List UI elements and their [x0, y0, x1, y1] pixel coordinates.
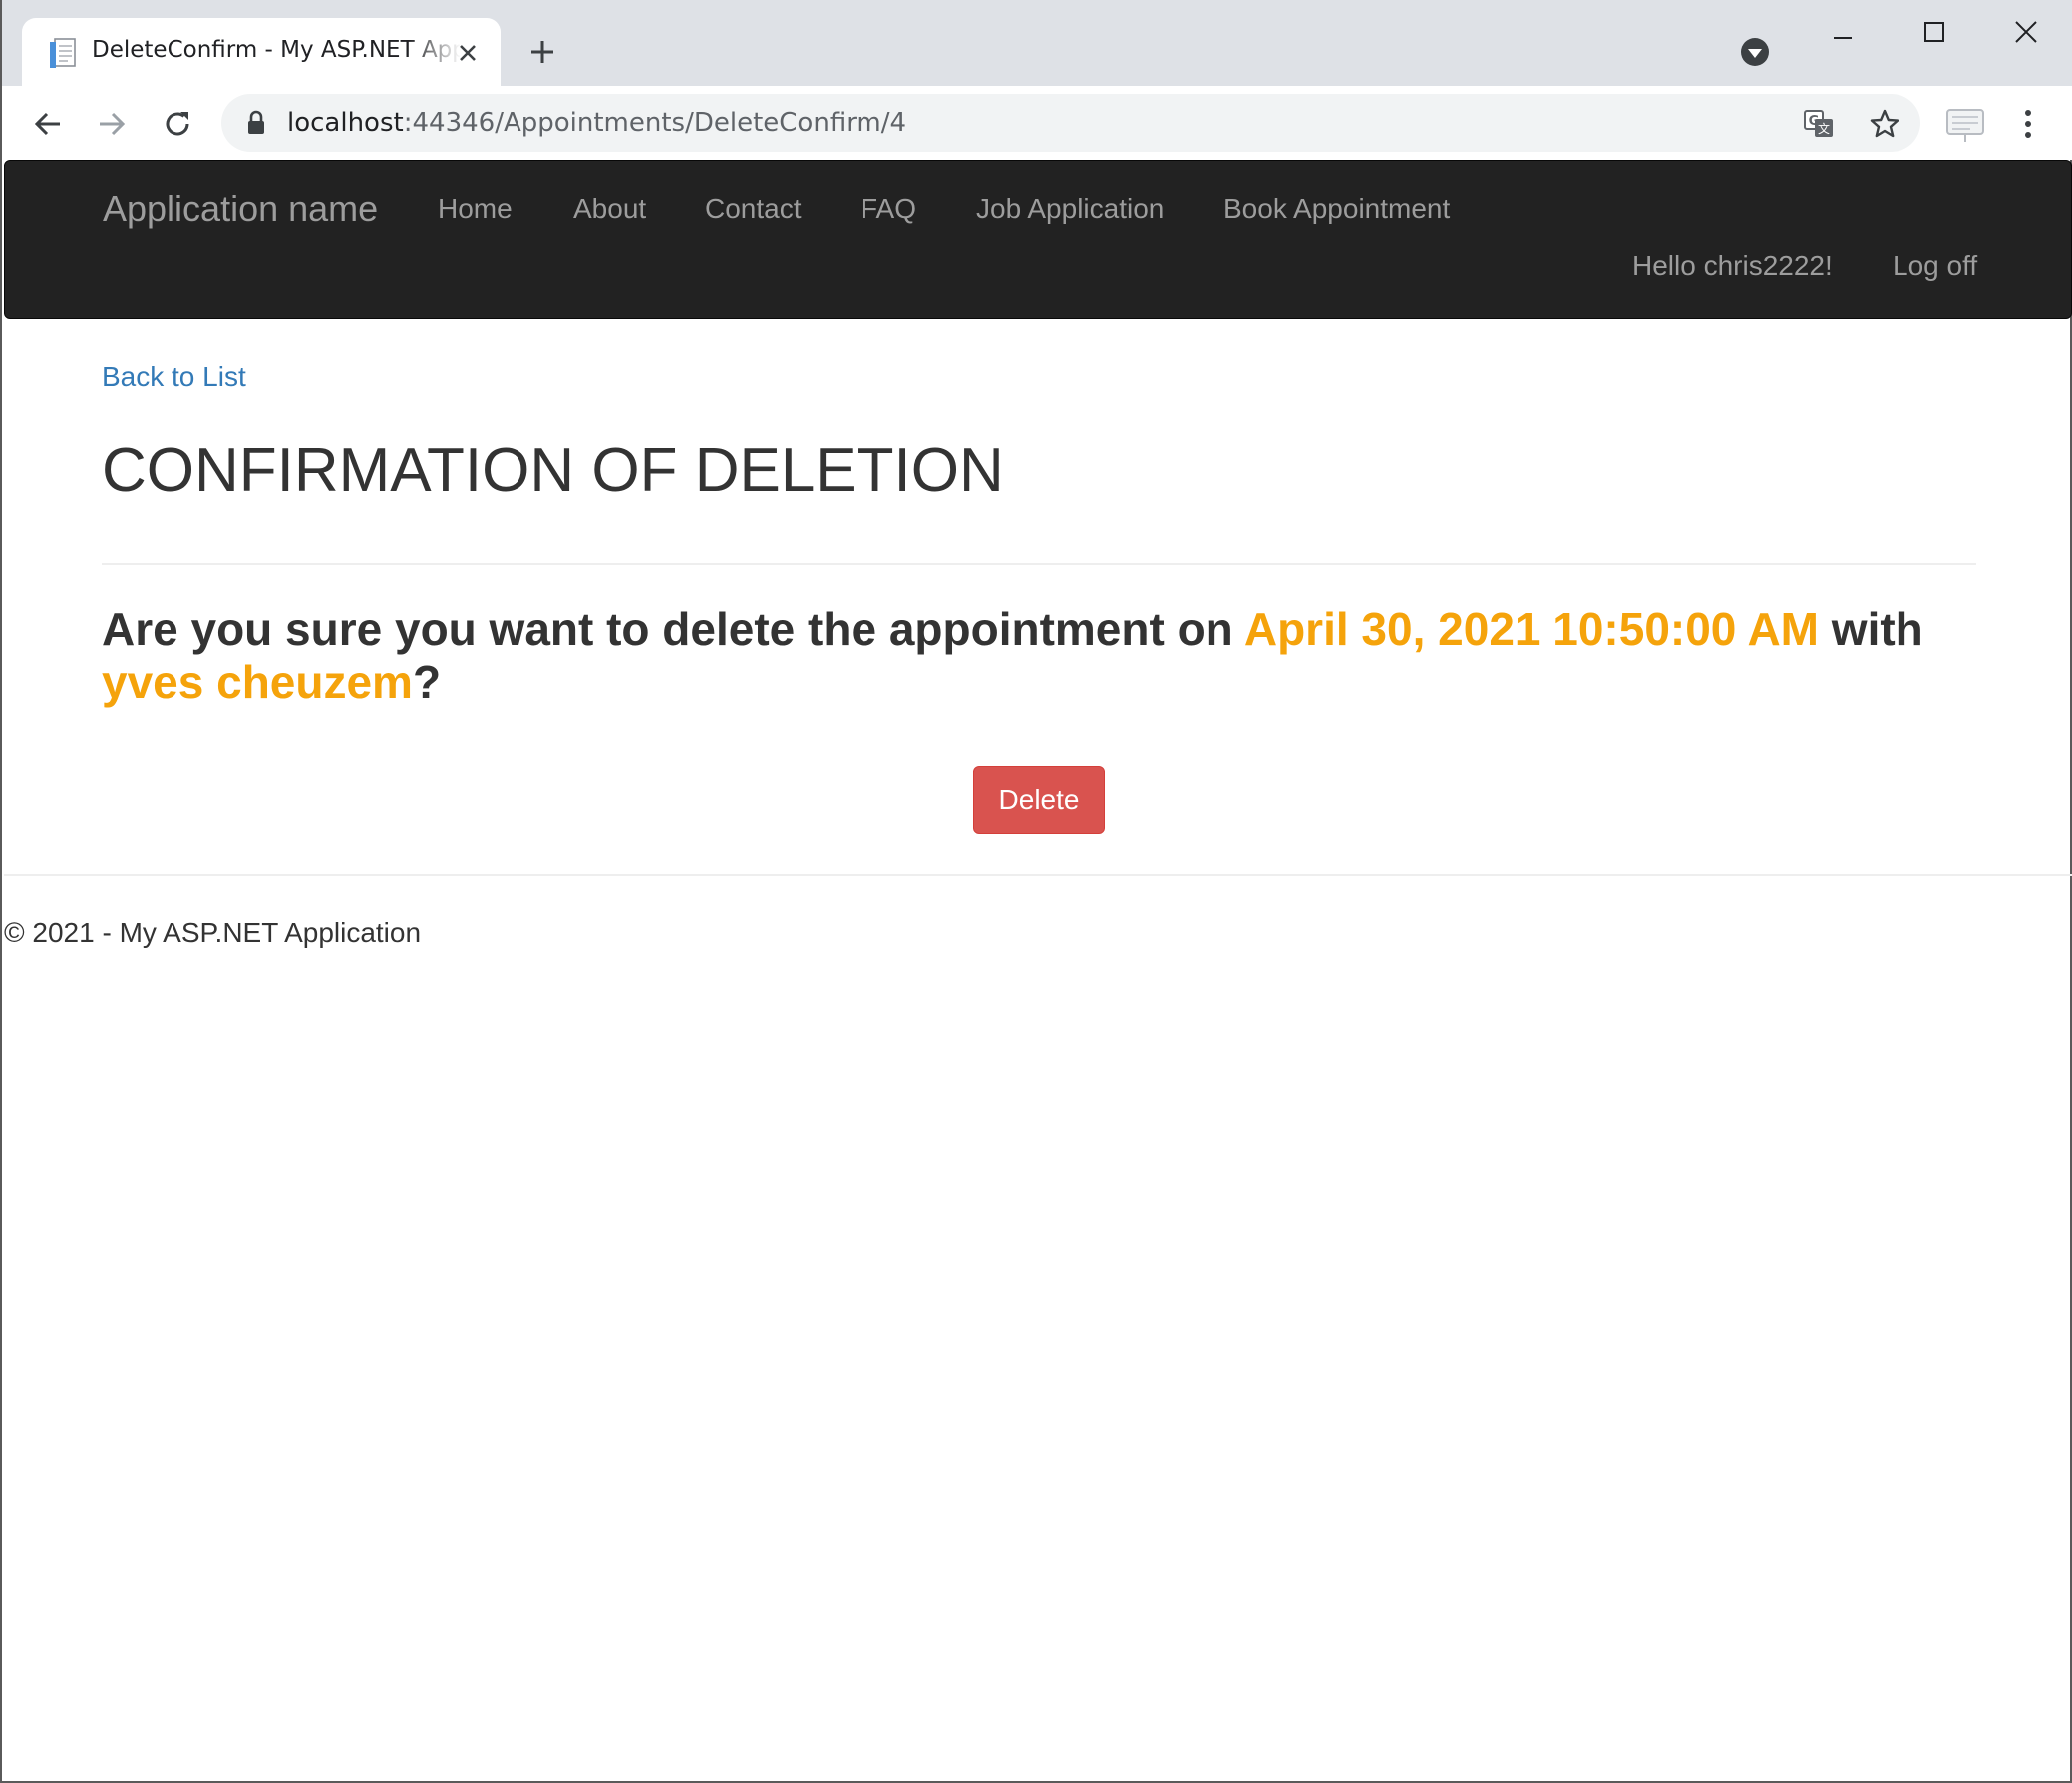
address-bar[interactable]: localhost:44346/Appointments/DeleteConfi… — [221, 94, 1920, 152]
close-window-icon[interactable] — [2006, 14, 2046, 50]
tab-strip: DeleteConfirm - My ASP.NET Application — [2, 0, 2072, 86]
maximize-icon[interactable] — [1914, 14, 1954, 50]
back-arrow-icon[interactable] — [28, 104, 68, 144]
tab-search-icon[interactable] — [1739, 36, 1771, 68]
minimize-icon[interactable] — [1823, 14, 1863, 50]
url-host: localhost — [287, 108, 404, 138]
question-suffix: ? — [412, 656, 442, 708]
user-greeting-link[interactable]: Hello chris2222! — [1632, 250, 1833, 282]
forward-arrow-icon[interactable] — [92, 104, 132, 144]
more-menu-icon[interactable] — [2012, 104, 2044, 144]
close-tab-icon[interactable] — [453, 38, 483, 68]
nav-link-contact[interactable]: Contact — [705, 193, 802, 225]
nav-link-home[interactable]: Home — [438, 193, 513, 225]
url-text[interactable]: localhost:44346/Appointments/DeleteConfi… — [287, 108, 906, 138]
lock-icon[interactable] — [245, 110, 267, 136]
nav-link-faq[interactable]: FAQ — [861, 193, 916, 225]
browser-window: DeleteConfirm - My ASP.NET Application — [0, 0, 2072, 1783]
question-prefix: Are you sure you want to delete the appo… — [102, 603, 1244, 655]
nav-link-job-application[interactable]: Job Application — [976, 193, 1164, 225]
svg-text:文: 文 — [1818, 121, 1830, 136]
browser-toolbar: localhost:44346/Appointments/DeleteConfi… — [2, 86, 2072, 160]
appointment-date: April 30, 2021 10:50:00 AM — [1243, 603, 1820, 655]
new-tab-icon[interactable] — [524, 34, 560, 70]
translate-icon[interactable]: G 文 — [1801, 106, 1837, 142]
document-icon — [50, 38, 76, 68]
brand-link[interactable]: Application name — [103, 188, 378, 230]
site-navbar: Application name Home About Contact FAQ … — [4, 160, 2072, 319]
nav-link-book-appointment[interactable]: Book Appointment — [1223, 193, 1450, 225]
question-middle: with — [1819, 603, 1923, 655]
confirmation-question: Are you sure you want to delete the appo… — [102, 603, 1976, 709]
back-to-list-link[interactable]: Back to List — [102, 361, 246, 393]
footer-divider — [4, 874, 2072, 876]
bookmark-star-icon[interactable] — [1867, 106, 1902, 142]
delete-button[interactable]: Delete — [973, 766, 1105, 834]
person-name: yves cheuzem — [102, 656, 413, 708]
extension-icon[interactable] — [1944, 102, 1986, 144]
title-divider — [102, 563, 1976, 565]
browser-tab[interactable]: DeleteConfirm - My ASP.NET Application — [22, 18, 501, 86]
logoff-link[interactable]: Log off — [1893, 250, 1977, 282]
nav-link-about[interactable]: About — [573, 193, 646, 225]
reload-icon[interactable] — [158, 104, 197, 144]
url-path: :44346/Appointments/DeleteConfirm/4 — [403, 108, 907, 138]
tab-title: DeleteConfirm - My ASP.NET Application — [92, 37, 461, 63]
footer-copyright: © 2021 - My ASP.NET Application — [4, 917, 422, 948]
page-title: CONFIRMATION OF DELETION — [102, 436, 1004, 505]
